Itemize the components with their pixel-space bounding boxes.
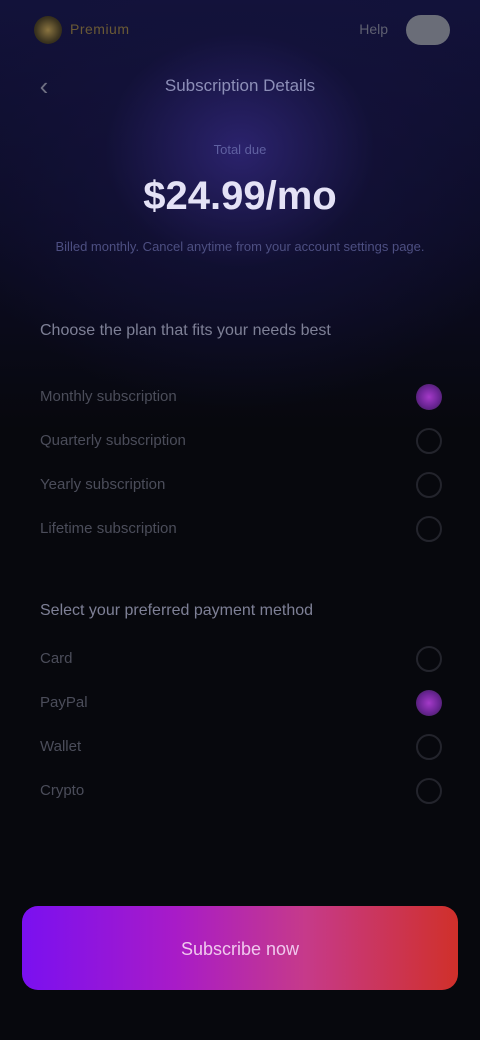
radio-icon[interactable]: [416, 734, 442, 760]
option-label: Monthly subscription: [40, 388, 177, 405]
payment-section-title: Select your preferred payment method: [40, 602, 314, 619]
payment-option-wallet[interactable]: Wallet: [40, 728, 450, 772]
help-link[interactable]: Help: [359, 21, 388, 37]
radio-icon[interactable]: [416, 778, 442, 804]
option-label: Quarterly subscription: [40, 432, 186, 449]
chevron-left-icon: ‹: [39, 71, 49, 101]
back-button[interactable]: ‹: [28, 70, 60, 102]
price-caption: Total due: [213, 142, 267, 157]
brand-name: Premium: [70, 21, 130, 37]
logo-icon: [34, 16, 62, 44]
plan-option-monthly[interactable]: Monthly subscription: [40, 378, 450, 422]
page-title: Subscription Details: [164, 76, 316, 95]
radio-icon[interactable]: [416, 646, 442, 672]
price-subtitle: Billed monthly. Cancel anytime from your…: [55, 239, 425, 254]
top-bar: Premium Help: [0, 0, 480, 60]
radio-selected-icon[interactable]: [416, 384, 442, 410]
radio-icon[interactable]: [416, 428, 442, 454]
option-label: PayPal: [40, 694, 88, 711]
payment-option-card[interactable]: Card: [40, 640, 450, 684]
subscribe-button[interactable]: Subscribe now: [22, 906, 458, 990]
radio-icon[interactable]: [416, 516, 442, 542]
plan-option-yearly[interactable]: Yearly subscription: [40, 466, 450, 510]
radio-selected-icon[interactable]: [416, 690, 442, 716]
price-amount: $24.99/mo: [143, 174, 337, 218]
subscription-screen: Premium Help ‹ Subscription Details Tota…: [0, 0, 480, 1040]
plan-section-title: Choose the plan that fits your needs bes…: [40, 322, 331, 339]
plan-option-lifetime[interactable]: Lifetime subscription: [40, 510, 450, 554]
avatar[interactable]: [406, 15, 450, 45]
option-label: Yearly subscription: [40, 476, 166, 493]
plan-option-quarterly[interactable]: Quarterly subscription: [40, 422, 450, 466]
payment-option-crypto[interactable]: Crypto: [40, 772, 450, 816]
payment-option-paypal[interactable]: PayPal: [40, 684, 450, 728]
radio-icon[interactable]: [416, 472, 442, 498]
option-label: Wallet: [40, 738, 82, 755]
option-label: Lifetime subscription: [40, 520, 177, 537]
option-label: Crypto: [40, 782, 85, 799]
option-label: Card: [40, 650, 73, 667]
